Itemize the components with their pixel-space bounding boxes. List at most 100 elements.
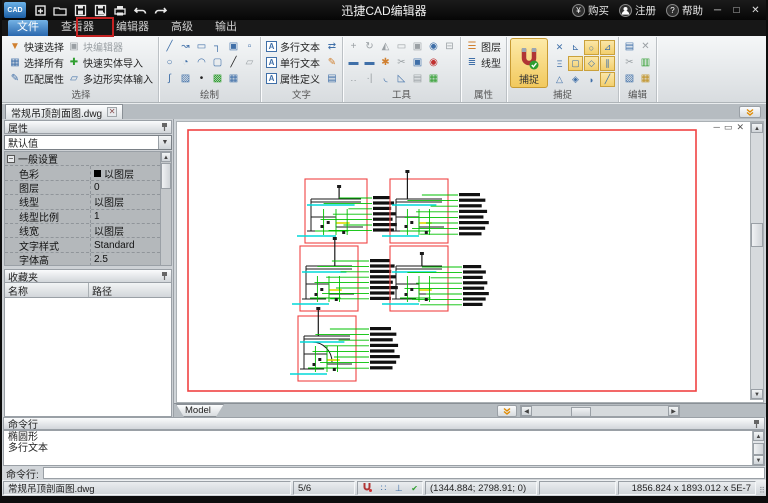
tool-icon[interactable]: ▬ bbox=[362, 55, 377, 70]
favorites-col-name[interactable]: 名称 bbox=[5, 283, 89, 297]
tool-icon[interactable]: ▦ bbox=[638, 71, 653, 86]
ribbon-button-线型[interactable]: ≣线型 bbox=[464, 54, 503, 70]
favorites-panel-header[interactable]: 收藏夹 bbox=[4, 269, 172, 283]
property-row[interactable]: 字体高2.5 bbox=[5, 253, 160, 266]
tool-icon[interactable]: ◟ bbox=[378, 71, 393, 86]
tool-icon[interactable]: ╱ bbox=[162, 39, 177, 54]
ribbon-button-快速选择[interactable]: ▼快速选择 bbox=[7, 38, 66, 54]
command-scrollbar[interactable]: ▲ ▼ bbox=[752, 431, 764, 465]
tool-icon[interactable]: ▬ bbox=[346, 55, 361, 70]
tool-icon[interactable]: ╱ bbox=[226, 55, 241, 70]
snap-toggle-button[interactable]: 捕捉 bbox=[510, 38, 548, 88]
favorites-list[interactable] bbox=[4, 298, 172, 417]
collapse-icon[interactable]: − bbox=[7, 155, 15, 163]
ribbon-button-匹配属性[interactable]: ✎匹配属性 bbox=[7, 70, 66, 86]
favorites-col-path[interactable]: 路径 bbox=[89, 283, 171, 297]
command-input[interactable] bbox=[43, 467, 765, 479]
pin-icon[interactable] bbox=[753, 419, 760, 429]
tab-close-icon[interactable]: ✕ bbox=[107, 107, 117, 117]
maximize-button[interactable]: □ bbox=[728, 3, 745, 18]
save-icon[interactable] bbox=[70, 2, 90, 18]
register-button[interactable]: 注册 bbox=[615, 3, 660, 18]
tool-icon[interactable]: ·| bbox=[362, 71, 377, 86]
open-folder-icon[interactable] bbox=[50, 2, 70, 18]
ribbon-button-多行文本[interactable]: A多行文本 bbox=[264, 38, 322, 54]
property-row[interactable]: 线型以图层 bbox=[5, 195, 160, 209]
snap-mode-icon[interactable]: ◈ bbox=[568, 72, 583, 87]
mdi-close-icon[interactable]: ✕ bbox=[736, 122, 744, 133]
tool-icon[interactable]: ‥ bbox=[346, 71, 361, 86]
osnap-check-icon[interactable]: ✔ bbox=[411, 484, 418, 493]
layout-overflow-button[interactable] bbox=[497, 405, 517, 417]
snap-magnet-icon[interactable] bbox=[362, 482, 372, 495]
property-row[interactable]: 色彩以图层 bbox=[5, 166, 160, 180]
tool-icon[interactable]: ↝ bbox=[178, 39, 193, 54]
status-snap-toggles[interactable]: ∷ ⊥ ✔ bbox=[357, 481, 423, 495]
property-row[interactable]: 线宽以图层 bbox=[5, 224, 160, 238]
menu-tab-高级[interactable]: 高级 bbox=[162, 20, 202, 36]
tab-overflow-button[interactable] bbox=[739, 106, 761, 118]
tool-icon[interactable]: ▭ bbox=[394, 39, 409, 54]
tool-icon[interactable]: ▫ bbox=[242, 39, 257, 54]
tool-icon[interactable]: ▭ bbox=[194, 39, 209, 54]
menu-tab-编辑器[interactable]: 编辑器 bbox=[107, 20, 158, 36]
grid-icon[interactable]: ∷ bbox=[381, 483, 387, 494]
tool-icon[interactable]: ▣ bbox=[410, 39, 425, 54]
properties-table[interactable]: −一般设置色彩以图层图层0线型以图层线型比例1线宽以图层文字样式Standard… bbox=[4, 151, 172, 266]
close-button[interactable]: ✕ bbox=[747, 3, 764, 18]
tool-icon[interactable]: ┐ bbox=[210, 39, 225, 54]
ribbon-button-属性定义[interactable]: A属性定义 bbox=[264, 70, 322, 86]
scroll-up-icon[interactable]: ▲ bbox=[753, 431, 764, 441]
chevron-down-icon[interactable]: ▼ bbox=[158, 136, 171, 149]
scroll-up-icon[interactable]: ▲ bbox=[751, 123, 763, 133]
tool-icon[interactable]: ◭ bbox=[378, 39, 393, 54]
tool-icon[interactable]: • bbox=[194, 71, 209, 86]
pin-icon[interactable] bbox=[161, 271, 168, 281]
tool-icon[interactable]: ✱ bbox=[378, 55, 393, 70]
menu-tab-查看器[interactable]: 查看器 bbox=[52, 20, 103, 36]
tool-icon[interactable]: + bbox=[346, 39, 361, 54]
command-panel-header[interactable]: 命令行 bbox=[3, 417, 765, 430]
tool-icon[interactable]: ▨ bbox=[178, 71, 193, 86]
cad-canvas[interactable] bbox=[176, 121, 764, 403]
tool-icon[interactable]: ↻ bbox=[362, 39, 377, 54]
buy-button[interactable]: ¥ 购买 bbox=[568, 3, 613, 18]
snap-mode-icon[interactable]: ◇ bbox=[584, 56, 599, 71]
property-preset-select[interactable]: 默认值 ▼ bbox=[4, 135, 172, 150]
ribbon-button-图层[interactable]: ☰图层 bbox=[464, 38, 503, 54]
properties-scrollbar[interactable]: ▲ bbox=[160, 152, 171, 265]
tool-icon[interactable]: ◉ bbox=[426, 55, 441, 70]
scroll-down-icon[interactable]: ▼ bbox=[753, 455, 764, 465]
tool-icon[interactable]: ▤ bbox=[325, 71, 339, 86]
ribbon-button-单行文本[interactable]: A单行文本 bbox=[264, 54, 322, 70]
snap-mode-icon[interactable]: ⊾ bbox=[568, 40, 583, 55]
tool-icon[interactable]: ▩ bbox=[210, 71, 225, 86]
tool-icon[interactable]: ✂ bbox=[394, 55, 409, 70]
canvas-vscrollbar[interactable]: ▲ ▼ bbox=[750, 122, 764, 400]
redo-icon[interactable] bbox=[150, 2, 170, 18]
tool-icon[interactable]: ◔ bbox=[178, 55, 193, 70]
tool-icon[interactable]: ◺ bbox=[394, 71, 409, 86]
tool-icon[interactable]: ⊟ bbox=[442, 39, 457, 54]
ortho-icon[interactable]: ⊥ bbox=[395, 483, 403, 494]
tool-icon[interactable]: ▦ bbox=[226, 71, 241, 86]
snap-mode-icon[interactable]: ○ bbox=[584, 40, 599, 55]
print-icon[interactable] bbox=[110, 2, 130, 18]
resize-grip[interactable]: ⠿ bbox=[756, 481, 765, 495]
ribbon-button-块编辑器[interactable]: ▣块编辑器 bbox=[66, 38, 155, 54]
save-as-icon[interactable] bbox=[90, 2, 110, 18]
tool-icon[interactable]: ✎ bbox=[325, 55, 339, 70]
menu-tab-文件[interactable]: 文件 bbox=[8, 20, 48, 36]
document-tab[interactable]: 常规吊顶剖面图.dwg ✕ bbox=[5, 104, 123, 119]
ribbon-button-快速实体导入[interactable]: ✚快速实体导入 bbox=[66, 54, 155, 70]
tool-icon[interactable]: ◠ bbox=[194, 55, 209, 70]
tool-icon[interactable]: ▦ bbox=[426, 71, 441, 86]
scroll-right-icon[interactable]: ▶ bbox=[668, 406, 679, 416]
tool-icon[interactable]: ✂ bbox=[622, 55, 637, 70]
tool-icon[interactable]: ▤ bbox=[410, 71, 425, 86]
undo-icon[interactable] bbox=[130, 2, 150, 18]
pin-icon[interactable] bbox=[161, 122, 168, 132]
tool-icon[interactable]: ▧ bbox=[622, 71, 637, 86]
snap-mode-icon[interactable]: △ bbox=[552, 72, 567, 87]
tool-icon[interactable]: ⇄ bbox=[325, 39, 339, 54]
